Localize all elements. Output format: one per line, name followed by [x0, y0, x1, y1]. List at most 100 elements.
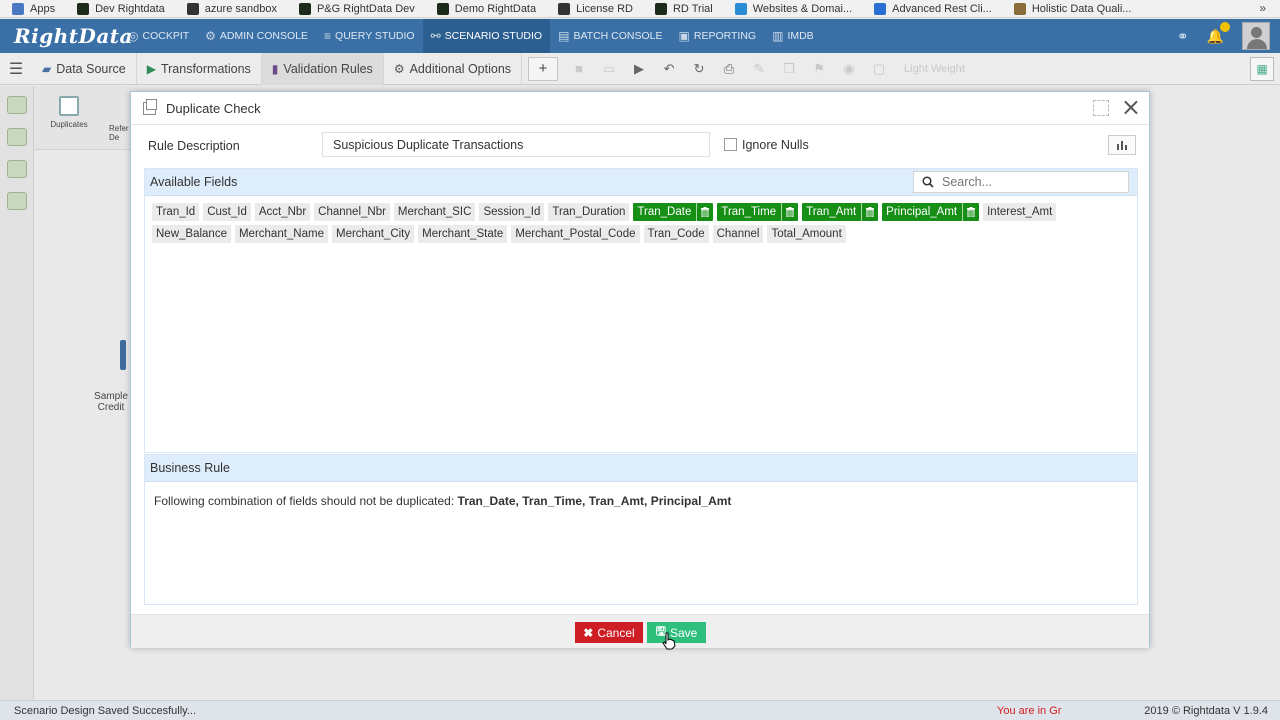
field-chip[interactable]: New_Balance — [152, 225, 231, 243]
field-chip-label: Session_Id — [483, 206, 541, 218]
settings-icon[interactable] — [6, 192, 27, 210]
bookmark-item[interactable]: azure sandbox — [186, 2, 277, 15]
field-chip[interactable]: Tran_Id — [152, 203, 200, 221]
monitor-icon[interactable]: ▭ — [594, 53, 624, 85]
undo-icon[interactable]: ↶ — [654, 53, 684, 85]
field-chip[interactable]: Channel — [712, 225, 764, 243]
grid-view-icon[interactable]: ▦ — [1250, 57, 1274, 81]
palette-duplicates[interactable]: Duplicates — [44, 96, 94, 129]
nav-reporting[interactable]: ▣ REPORTING — [671, 19, 765, 53]
nav-label: IMDB — [787, 30, 814, 42]
chart-button[interactable] — [1108, 135, 1136, 155]
ignore-nulls-label: Ignore Nulls — [742, 138, 809, 152]
run-icon[interactable]: ▶ — [624, 53, 654, 85]
light-weight-label[interactable]: Light Weight — [904, 63, 965, 75]
status-alert: You are in Gr — [997, 705, 1062, 717]
bookmark-item[interactable]: P&G RightData Dev — [298, 2, 415, 15]
cancel-button[interactable]: ✖ Cancel — [575, 622, 643, 643]
tab-additional-options[interactable]: ⚙ Additional Options — [384, 52, 523, 85]
copy-icon[interactable]: ❐ — [774, 53, 804, 85]
selected-field-chip[interactable]: Tran_Amt — [802, 203, 879, 221]
expand-icon[interactable] — [1093, 100, 1109, 116]
selected-field-chip[interactable]: Tran_Time — [717, 203, 799, 221]
nav-label: BATCH CONSOLE — [573, 30, 663, 42]
trash-icon[interactable] — [861, 203, 875, 221]
field-chip[interactable]: Interest_Amt — [983, 203, 1057, 221]
user-avatar[interactable] — [1242, 22, 1270, 50]
canvas-node-bar[interactable] — [120, 340, 126, 370]
field-chip[interactable]: Tran_Duration — [548, 203, 630, 221]
field-chip[interactable]: Cust_Id — [203, 203, 251, 221]
filter-icon[interactable]: ▢ — [864, 53, 894, 85]
bookmarks-overflow-icon[interactable]: » — [1259, 1, 1266, 15]
bookmark-item[interactable]: License RD — [558, 2, 633, 15]
field-chip[interactable]: Merchant_Postal_Code — [511, 225, 640, 243]
bookmark-item[interactable]: RD Trial — [654, 2, 713, 15]
duplicate-check-dialog: Duplicate Check × Rule Description Ignor… — [130, 91, 1150, 648]
field-chip[interactable]: Acct_Nbr — [254, 203, 311, 221]
bookmark-label: Dev Rightdata — [95, 2, 165, 15]
selected-field-chip[interactable]: Tran_Date — [633, 203, 714, 221]
rule-description-label: Rule Description — [148, 139, 240, 153]
nav-admin-console[interactable]: ⚙ ADMIN CONSOLE — [197, 19, 316, 53]
x-icon: ✖ — [583, 625, 594, 640]
nav-scenario-studio[interactable]: ⚯ SCENARIO STUDIO — [422, 19, 551, 53]
tab-validation-rules[interactable]: ▮ Validation Rules — [261, 52, 384, 85]
square-icon[interactable]: ■ — [564, 53, 594, 85]
websites-icon — [734, 2, 747, 15]
close-icon[interactable]: × — [1121, 95, 1141, 119]
bookmark-label: Apps — [30, 2, 56, 15]
lock-icon[interactable]: ◉ — [834, 53, 864, 85]
bookmark-item[interactable]: Dev Rightdata — [77, 2, 165, 15]
tag-icon[interactable]: ⚑ — [804, 53, 834, 85]
bookmark-item[interactable]: Demo RightData — [436, 2, 536, 15]
canvas-node-label[interactable]: Sample Credit — [86, 391, 136, 413]
nav-imdb[interactable]: ▥ IMDB — [764, 19, 822, 53]
save-button[interactable]: 🖫 Save — [647, 622, 706, 643]
field-chip[interactable]: Total_Amount — [767, 225, 846, 243]
field-chip[interactable]: Session_Id — [479, 203, 545, 221]
link-icon[interactable]: ⚭ — [1177, 28, 1189, 45]
report-icon: ▣ — [678, 29, 690, 43]
export-icon[interactable]: ⎙ — [714, 53, 744, 85]
field-chip[interactable]: Channel_Nbr — [314, 203, 390, 221]
image-icon[interactable] — [6, 160, 27, 178]
trash-icon[interactable] — [962, 203, 976, 221]
field-chip[interactable]: Merchant_Name — [234, 225, 328, 243]
trash-icon[interactable] — [781, 203, 795, 221]
field-chip[interactable]: Merchant_SIC — [393, 203, 476, 221]
notification-bell-icon[interactable]: 🔔 — [1207, 21, 1230, 45]
tab-transformations[interactable]: ▶ Transformations — [137, 52, 262, 85]
refresh-icon[interactable]: ↻ — [684, 53, 714, 85]
field-search-input[interactable] — [942, 175, 1112, 189]
tab-data-source[interactable]: ▰ Data Source — [32, 52, 137, 85]
field-search-box[interactable] — [913, 171, 1129, 193]
business-rule-header: Business Rule — [145, 455, 1137, 482]
transform-icon[interactable] — [6, 128, 27, 146]
batch-icon: ▤ — [558, 29, 570, 43]
field-chip[interactable]: Merchant_City — [331, 225, 415, 243]
bookmark-label: azure sandbox — [204, 2, 277, 15]
nav-label: REPORTING — [693, 30, 757, 42]
nav-query-studio[interactable]: ≡ QUERY STUDIO — [316, 19, 423, 53]
ignore-nulls-checkbox[interactable] — [724, 138, 737, 151]
available-fields-panel: Available Fields Tran_Id Cust_Id Acct_Nbr C… — [144, 168, 1138, 453]
source-icon[interactable] — [6, 96, 27, 114]
bookmark-item[interactable]: Advanced Rest Cli... — [874, 2, 992, 15]
duplicate-icon — [143, 98, 157, 115]
bookmark-item[interactable]: Websites & Domai... — [734, 2, 852, 15]
nav-cockpit[interactable]: ◎ COCKPIT — [120, 19, 197, 53]
field-chip[interactable]: Merchant_State — [418, 225, 508, 243]
hamburger-menu-icon[interactable]: ☰ — [0, 59, 32, 79]
edit-icon[interactable]: ✎ — [744, 53, 774, 85]
bookmark-item[interactable]: Holistic Data Quali... — [1013, 2, 1131, 15]
trash-icon[interactable] — [696, 203, 710, 221]
add-button[interactable]: + — [528, 56, 559, 81]
bookmark-item[interactable]: Apps — [12, 2, 56, 15]
field-chip[interactable]: Tran_Code — [643, 225, 709, 243]
rule-description-input[interactable] — [322, 132, 710, 157]
field-chip-label: Interest_Amt — [987, 206, 1053, 218]
business-rule-label: Business Rule — [150, 461, 230, 475]
nav-batch-console[interactable]: ▤ BATCH CONSOLE — [550, 19, 670, 53]
selected-field-chip[interactable]: Principal_Amt — [882, 203, 980, 221]
